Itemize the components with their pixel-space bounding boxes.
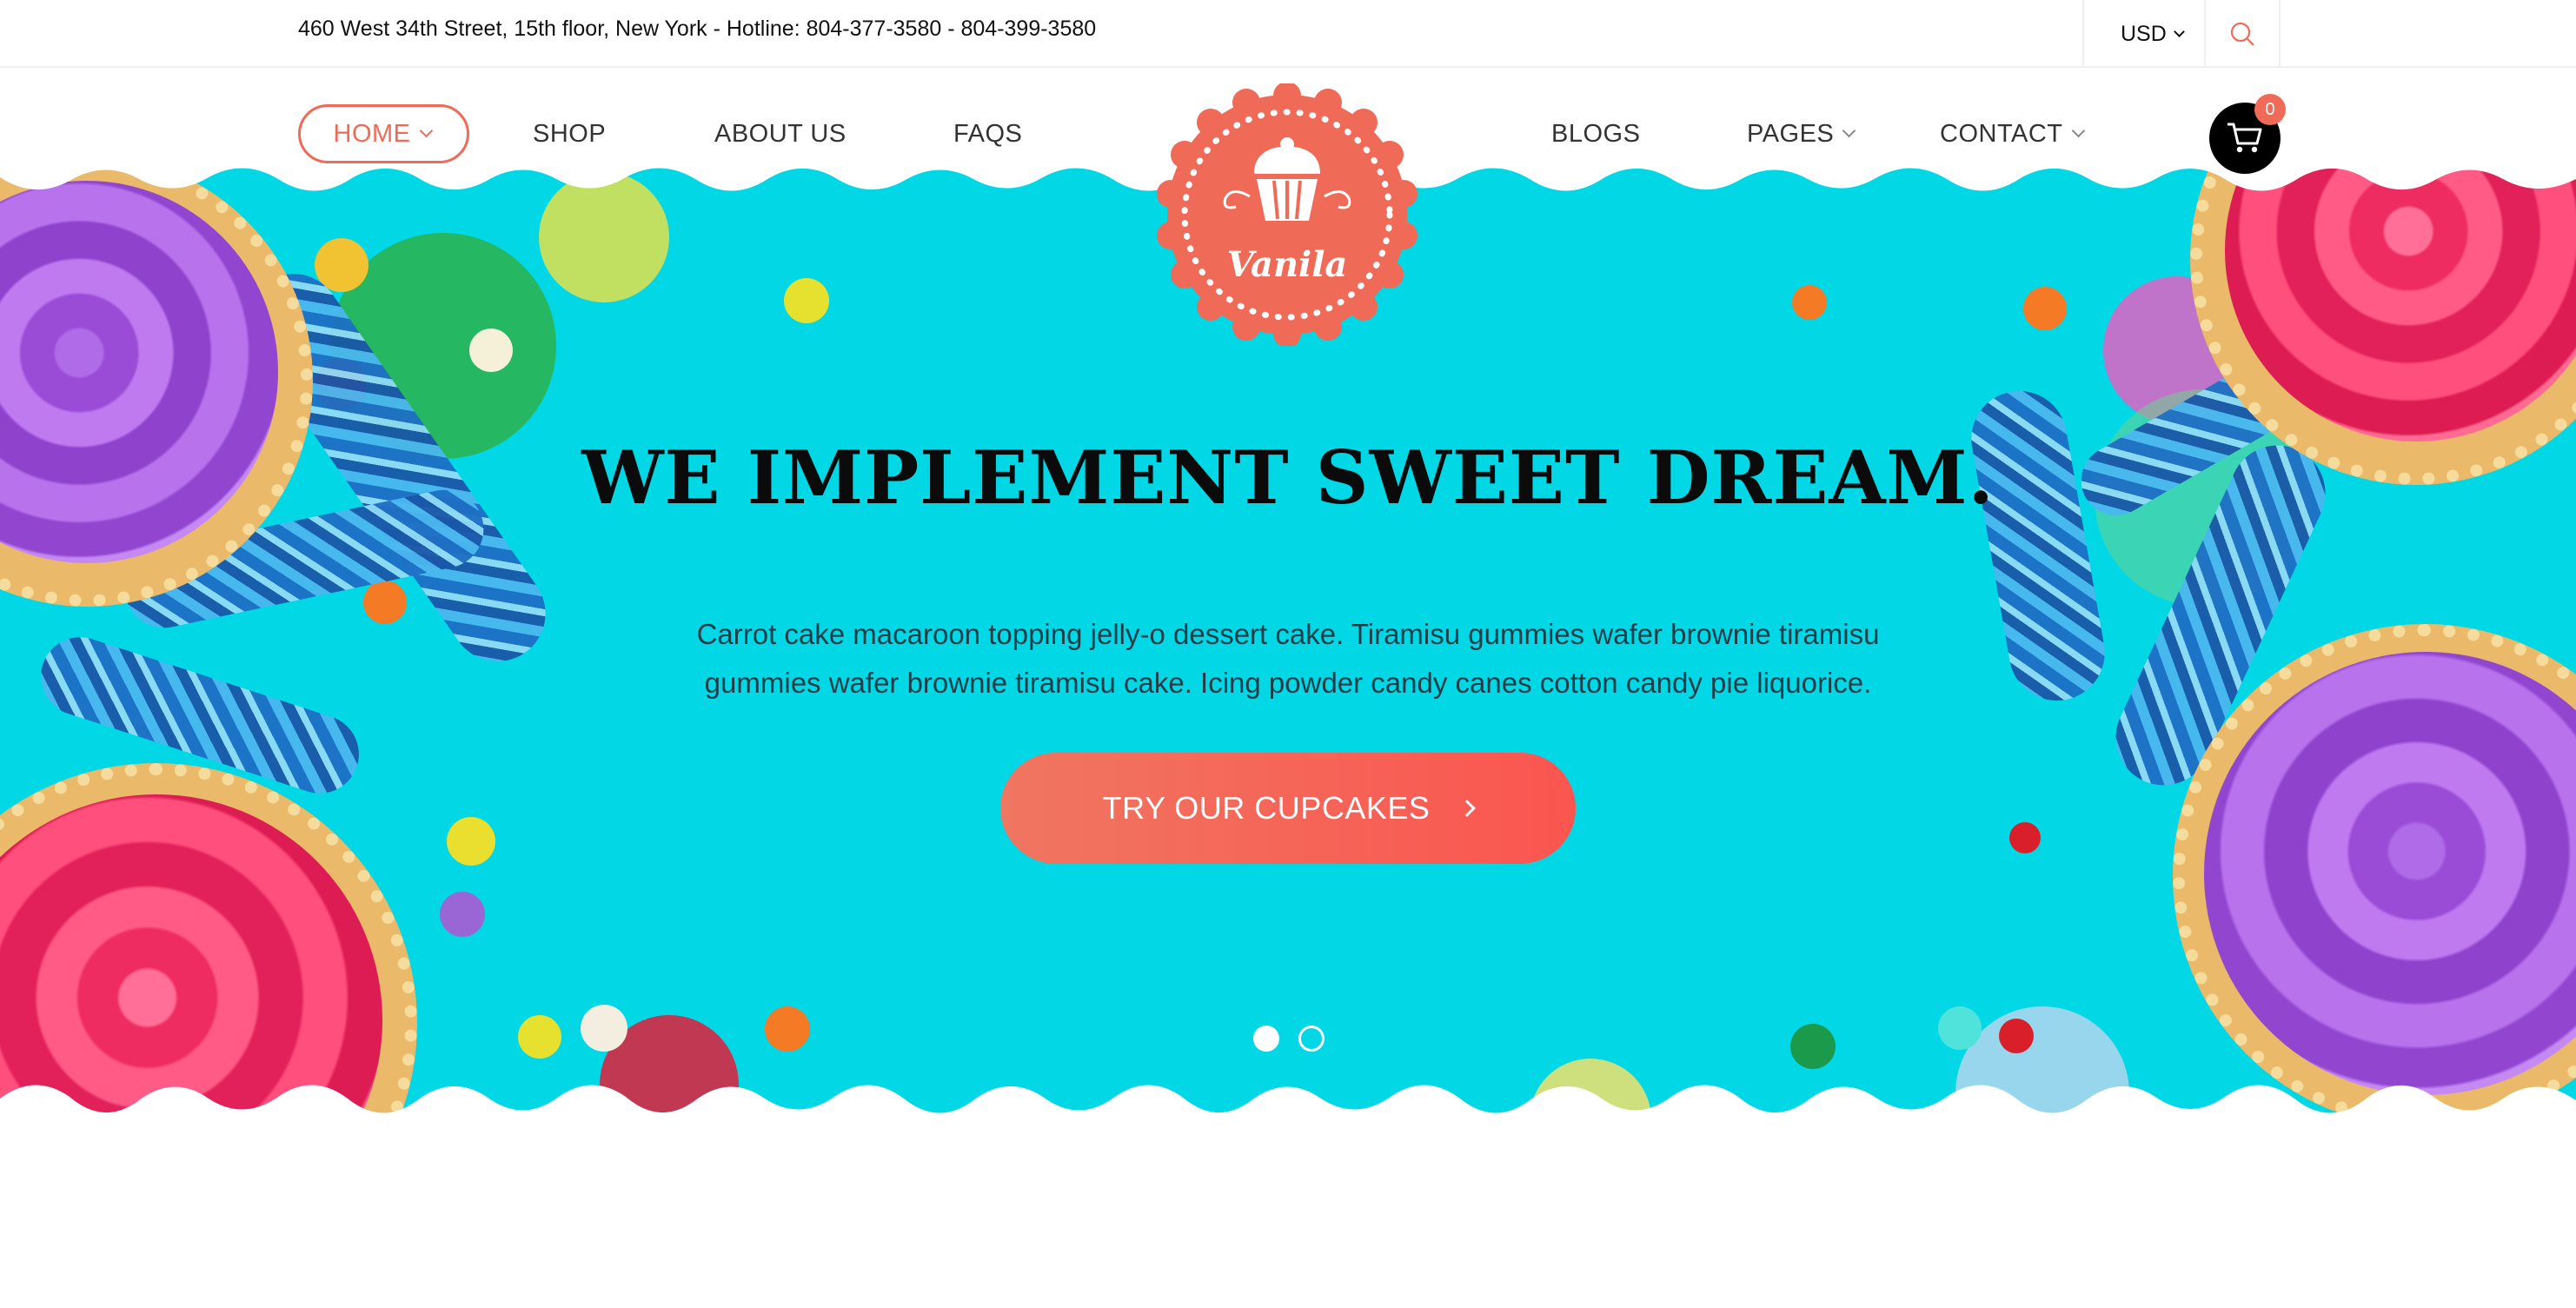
search-icon bbox=[2230, 22, 2254, 46]
nav-shop[interactable]: SHOP bbox=[533, 103, 606, 165]
sprinkle bbox=[447, 817, 495, 866]
nav-home-label: HOME bbox=[333, 119, 411, 148]
nav-faqs[interactable]: FAQS bbox=[953, 103, 1022, 165]
sprinkle bbox=[363, 581, 407, 624]
nav-pages-label: PAGES bbox=[1747, 119, 1835, 148]
sprinkle bbox=[784, 278, 829, 323]
arrow-right-icon bbox=[1458, 800, 1477, 817]
top-bar: 460 West 34th Street, 15th floor, New Yo… bbox=[0, 0, 2576, 68]
sprinkle bbox=[1790, 1024, 1836, 1069]
cta-label: TRY OUR CUPCAKES bbox=[1102, 790, 1431, 826]
sprinkle bbox=[765, 1006, 810, 1052]
sprinkle bbox=[2009, 822, 2041, 853]
chevron-down-icon bbox=[419, 123, 433, 137]
sprinkle bbox=[1792, 285, 1827, 320]
sprinkle bbox=[2023, 287, 2067, 330]
nav-faqs-label: FAQS bbox=[953, 119, 1023, 148]
decor-ribbon bbox=[1963, 383, 2113, 708]
nav-pages[interactable]: PAGES bbox=[1747, 103, 1856, 165]
sprinkle bbox=[1938, 1006, 1982, 1050]
hero-subtext: Carrot cake macaroon topping jelly-o des… bbox=[696, 618, 1880, 699]
nav-about-label: ABOUT US bbox=[714, 119, 846, 148]
cart-button[interactable]: 0 bbox=[2209, 94, 2286, 174]
cart-count-badge: 0 bbox=[2254, 94, 2286, 125]
vanila-logo[interactable]: Vanila bbox=[1156, 82, 1418, 348]
try-cupcakes-button[interactable]: TRY OUR CUPCAKES bbox=[1000, 753, 1576, 864]
search-button[interactable] bbox=[2204, 0, 2281, 68]
contact-info: 460 West 34th Street, 15th floor, New Yo… bbox=[298, 17, 1097, 41]
currency-label: USD bbox=[2121, 21, 2167, 46]
nav-about-us[interactable]: ABOUT US bbox=[714, 103, 846, 165]
sprinkle bbox=[1999, 1019, 2034, 1053]
chevron-down-icon bbox=[1842, 123, 1856, 137]
chevron-down-icon bbox=[2173, 25, 2185, 37]
slider-pagination bbox=[1253, 1026, 1325, 1052]
nav-contact-label: CONTACT bbox=[1940, 119, 2063, 148]
sprinkle bbox=[518, 1015, 561, 1059]
nav-blogs-label: BLOGS bbox=[1551, 119, 1641, 148]
wave-bottom bbox=[0, 1085, 2576, 1139]
slide-dot-1[interactable] bbox=[1253, 1026, 1279, 1052]
sprinkle bbox=[440, 892, 485, 937]
nav-contact[interactable]: CONTACT bbox=[1940, 103, 2085, 165]
cart-icon bbox=[2227, 123, 2262, 153]
hero-headline: WE IMPLEMENT SWEET DREAM. bbox=[581, 435, 1995, 521]
chevron-down-icon bbox=[2071, 123, 2085, 137]
nav-blogs[interactable]: BLOGS bbox=[1551, 103, 1640, 165]
sprinkle bbox=[469, 329, 513, 372]
nav-home[interactable]: HOME bbox=[298, 104, 469, 163]
sprinkle bbox=[581, 1005, 627, 1052]
logo-text: Vanila bbox=[1227, 244, 1348, 285]
slide-dot-2[interactable] bbox=[1298, 1026, 1325, 1052]
nav-shop-label: SHOP bbox=[533, 119, 607, 148]
